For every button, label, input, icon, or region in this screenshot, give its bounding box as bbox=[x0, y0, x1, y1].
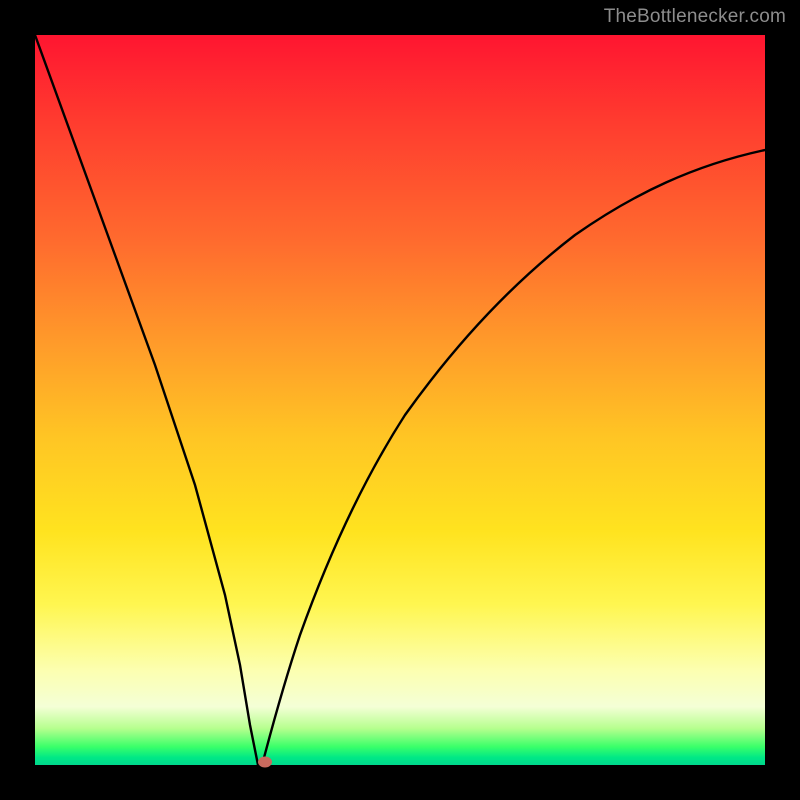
valley-marker bbox=[258, 757, 272, 768]
watermark-text: TheBottlenecker.com bbox=[604, 6, 786, 28]
chart-frame: TheBottlenecker.com bbox=[0, 0, 800, 800]
bottleneck-curve bbox=[35, 35, 765, 765]
plot-area bbox=[35, 35, 765, 765]
